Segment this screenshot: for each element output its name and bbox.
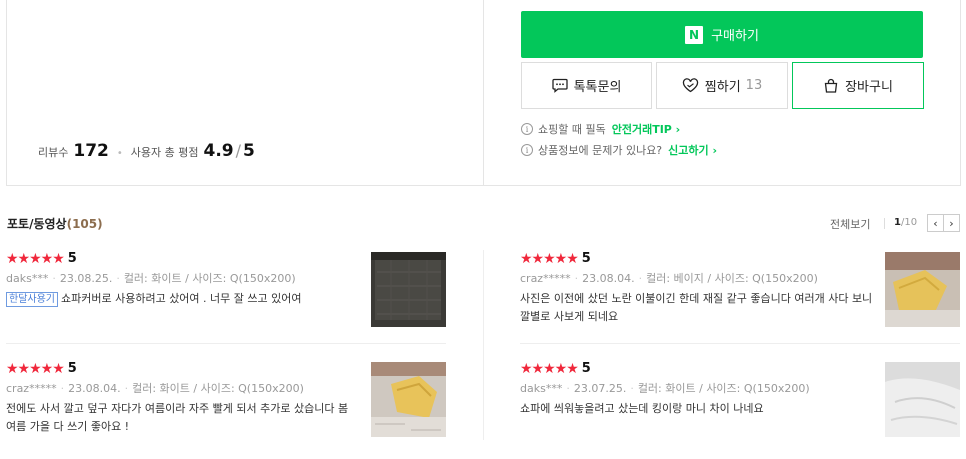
review-option: 컬러: 베이지 / 사이즈: Q(150x200) — [646, 272, 818, 285]
meta-dot: · — [52, 272, 56, 285]
meta-dot: · — [574, 272, 579, 285]
review-text: 한달사용기 쇼파커버로 사용하려고 샀어여 . 너무 잘 쓰고 있어여 — [6, 290, 361, 308]
notice-text: 쇼핑할 때 필독 — [538, 123, 606, 136]
review-option: 컬러: 화이트 / 사이즈: Q(150x200) — [637, 382, 810, 395]
talk-inquiry-label: 톡톡문의 — [573, 80, 622, 95]
wishlist-button[interactable]: 찜하기 13 — [656, 62, 788, 109]
cart-label: 장바구니 — [845, 80, 893, 95]
buy-button-label: 구매하기 — [711, 29, 759, 44]
star-rating-icon: ★★★★★ — [6, 250, 65, 267]
review-item[interactable]: ★★★★★ 5 daks*** · 23.08.25. · 컬러: 화이트 / 사이즈:… — [6, 250, 446, 344]
yellow-blanket-photo-icon — [371, 362, 446, 437]
review-item[interactable]: ★★★★★ 5 daks*** · 23.07.25. · 컬러: 화이트 / 사이즈:… — [520, 360, 960, 440]
review-user: daks*** — [520, 382, 563, 395]
review-score: 5 — [67, 251, 77, 266]
rating-score: 4.9 — [203, 141, 234, 161]
review-text: 쇼파에 씌워놓을려고 샀는데 킹이랑 마니 차이 나네요 — [520, 400, 875, 418]
star-rating-icon: ★★★★★ — [6, 360, 65, 377]
month-use-badge: 한달사용기 — [6, 292, 58, 307]
photo-review-title: 포토/동영상(105) — [7, 215, 103, 232]
talk-inquiry-button[interactable]: 톡톡문의 — [521, 62, 652, 109]
buy-button[interactable]: N 구매하기 — [521, 11, 923, 58]
info-icon: i — [521, 144, 533, 156]
review-user: craz***** — [520, 272, 571, 285]
panel-divider — [483, 0, 484, 185]
prev-page-button[interactable]: ‹ — [927, 214, 944, 232]
heart-icon — [682, 78, 699, 93]
review-body: 쇼파에 씌워놓을려고 샀는데 킹이랑 마니 차이 나네요 — [520, 402, 764, 415]
report-link[interactable]: 신고하기 › — [668, 142, 717, 158]
rating-slash: / — [235, 141, 242, 160]
review-item[interactable]: ★★★★★ 5 craz***** · 23.08.04. · 컬러: 베이지 / 사이… — [520, 250, 960, 344]
review-photo-thumbnail[interactable] — [371, 252, 446, 327]
view-all-link[interactable]: 전체보기 — [830, 216, 870, 232]
review-option: 컬러: 화이트 / 사이즈: Q(150x200) — [123, 272, 296, 285]
star-rating-icon: ★★★★★ — [520, 250, 579, 267]
review-text: 전에도 사서 깔고 덮구 자다가 여름이라 자주 빨게 되서 추가로 샀습니다 … — [6, 400, 361, 436]
review-count: 172 — [73, 141, 109, 161]
yellow-blanket-photo-icon — [885, 252, 960, 327]
shopping-bag-icon — [823, 78, 839, 94]
naver-pay-logo-icon: N — [685, 25, 704, 44]
report-notice: i 상품정보에 문제가 있나요? 신고하기 › — [521, 142, 717, 158]
review-photo-thumbnail[interactable] — [885, 362, 960, 437]
review-date: 23.07.25. — [573, 382, 627, 395]
cart-button[interactable]: 장바구니 — [792, 62, 924, 109]
rating-max: 5 — [243, 141, 255, 161]
wishlist-label: 찜하기 — [704, 80, 741, 95]
review-body: 전에도 사서 깔고 덮구 자다가 여름이라 자주 빨게 되서 추가로 샀습니다 … — [6, 402, 349, 433]
review-count-label: 리뷰수 — [38, 146, 69, 159]
review-score: 5 — [67, 361, 77, 376]
meta-dot: · — [630, 382, 634, 395]
safe-trade-tip-link[interactable]: 안전거래TIP › — [612, 121, 681, 137]
review-score: 5 — [581, 361, 591, 376]
meta-dot: · — [116, 272, 120, 285]
review-text: 사진은 이전에 샀던 노란 이불이긴 한데 재질 같구 좋습니다 여러개 사다 … — [520, 290, 875, 326]
safe-shopping-notice: i 쇼핑할 때 필독 안전거래TIP › — [521, 121, 680, 137]
photo-review-title-text: 포토/동영상 — [7, 217, 67, 231]
meta-dot: · — [638, 272, 643, 285]
review-date: 23.08.04. — [68, 382, 121, 395]
column-divider — [483, 250, 484, 440]
meta-dot: · — [566, 382, 570, 395]
star-rating-icon: ★★★★★ — [520, 360, 579, 377]
review-body: 쇼파커버로 사용하려고 샀어여 . 너무 잘 쓰고 있어여 — [61, 292, 302, 305]
meta-dot: · — [124, 382, 129, 395]
review-body: 사진은 이전에 샀던 노란 이불이긴 한데 재질 같구 좋습니다 여러개 사다 … — [520, 292, 873, 323]
divider — [884, 218, 885, 229]
review-date: 23.08.25. — [59, 272, 113, 285]
next-page-button[interactable]: › — [943, 214, 960, 232]
review-photo-thumbnail[interactable] — [371, 362, 446, 437]
notice-text: 상품정보에 문제가 있나요? — [538, 144, 663, 157]
grey-fabric-photo-icon — [371, 252, 446, 327]
review-user: daks*** — [6, 272, 49, 285]
review-score: 5 — [581, 251, 591, 266]
page-current: 1 — [894, 217, 901, 228]
review-photo-thumbnail[interactable] — [885, 252, 960, 327]
wishlist-count: 13 — [745, 78, 763, 93]
review-user: craz***** — [6, 382, 57, 395]
photo-review-count: (105) — [66, 217, 103, 231]
review-date: 23.08.04. — [582, 272, 635, 285]
rating-label: 사용자 총 평점 — [130, 146, 199, 159]
page-indicator: 1/10 — [894, 217, 917, 228]
meta-dot: · — [60, 382, 65, 395]
review-option: 컬러: 화이트 / 사이즈: Q(150x200) — [132, 382, 304, 395]
white-fabric-photo-icon — [885, 362, 960, 437]
review-item[interactable]: ★★★★★ 5 craz***** · 23.08.04. · 컬러: 화이트 / 사이… — [6, 360, 446, 440]
separator-dot: • — [116, 148, 123, 159]
chat-bubble-icon — [551, 78, 568, 93]
review-summary: 리뷰수 172 • 사용자 총 평점 4.9 / 5 — [38, 141, 255, 161]
info-icon: i — [521, 123, 533, 135]
page-total: /10 — [900, 217, 918, 228]
